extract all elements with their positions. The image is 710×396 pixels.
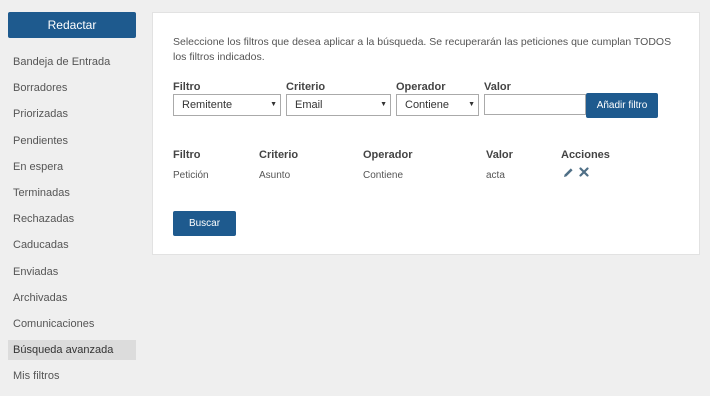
table-header-operador: Operador xyxy=(363,149,413,161)
sidebar-item-prioritized[interactable]: Priorizadas xyxy=(8,104,136,124)
table-header-filtro: Filtro xyxy=(173,149,201,161)
sidebar: Redactar Bandeja de Entrada Borradores P… xyxy=(8,12,136,392)
add-filter-button[interactable]: Añadir filtro xyxy=(586,93,658,118)
table-cell-filtro: Petición xyxy=(173,170,209,181)
table-cell-criterio: Asunto xyxy=(259,170,291,181)
filtro-select[interactable]: Remitente ▼ xyxy=(173,94,281,116)
criterio-select[interactable]: Email ▼ xyxy=(286,94,391,116)
valor-label: Valor xyxy=(484,81,511,93)
table-cell-operador: Contiene xyxy=(363,170,404,181)
chevron-down-icon: ▼ xyxy=(270,101,277,108)
filtro-select-value: Remitente xyxy=(182,99,233,111)
criterio-select-value: Email xyxy=(295,99,323,111)
sidebar-item-rejected[interactable]: Rechazadas xyxy=(8,209,136,229)
sidebar-item-inbox[interactable]: Bandeja de Entrada xyxy=(8,52,136,72)
table-header-acciones: Acciones xyxy=(561,149,610,161)
criterio-label: Criterio xyxy=(286,81,326,93)
table-header-criterio: Criterio xyxy=(259,149,299,161)
sidebar-item-expired[interactable]: Caducadas xyxy=(8,235,136,255)
operador-label: Operador xyxy=(396,81,446,93)
chevron-down-icon: ▼ xyxy=(468,101,475,108)
compose-button[interactable]: Redactar xyxy=(8,12,136,38)
chevron-down-icon: ▼ xyxy=(380,101,387,108)
table-cell-valor: acta xyxy=(486,170,505,181)
sidebar-item-finished[interactable]: Terminadas xyxy=(8,183,136,203)
sidebar-item-communications[interactable]: Comunicaciones xyxy=(8,314,136,334)
sidebar-item-sent[interactable]: Enviadas xyxy=(8,262,136,282)
delete-x-icon[interactable] xyxy=(579,167,589,180)
sidebar-item-pending[interactable]: Pendientes xyxy=(8,131,136,151)
filtro-label: Filtro xyxy=(173,81,201,93)
sidebar-item-on-hold[interactable]: En espera xyxy=(8,157,136,177)
sidebar-item-advanced-search[interactable]: Búsqueda avanzada xyxy=(8,340,136,361)
edit-pencil-icon[interactable] xyxy=(563,167,574,181)
sidebar-nav: Bandeja de Entrada Borradores Priorizada… xyxy=(8,52,136,386)
sidebar-item-drafts[interactable]: Borradores xyxy=(8,78,136,98)
table-header-valor: Valor xyxy=(486,149,513,161)
intro-text: Seleccione los filtros que desea aplicar… xyxy=(173,36,672,63)
operador-select-value: Contiene xyxy=(405,99,450,111)
sidebar-item-archived[interactable]: Archivadas xyxy=(8,288,136,308)
sidebar-item-my-filters[interactable]: Mis filtros xyxy=(8,366,136,386)
operador-select[interactable]: Contiene ▼ xyxy=(396,94,479,116)
search-button[interactable]: Buscar xyxy=(173,211,236,236)
advanced-search-panel: Seleccione los filtros que desea aplicar… xyxy=(152,12,700,255)
valor-input[interactable] xyxy=(484,94,586,115)
